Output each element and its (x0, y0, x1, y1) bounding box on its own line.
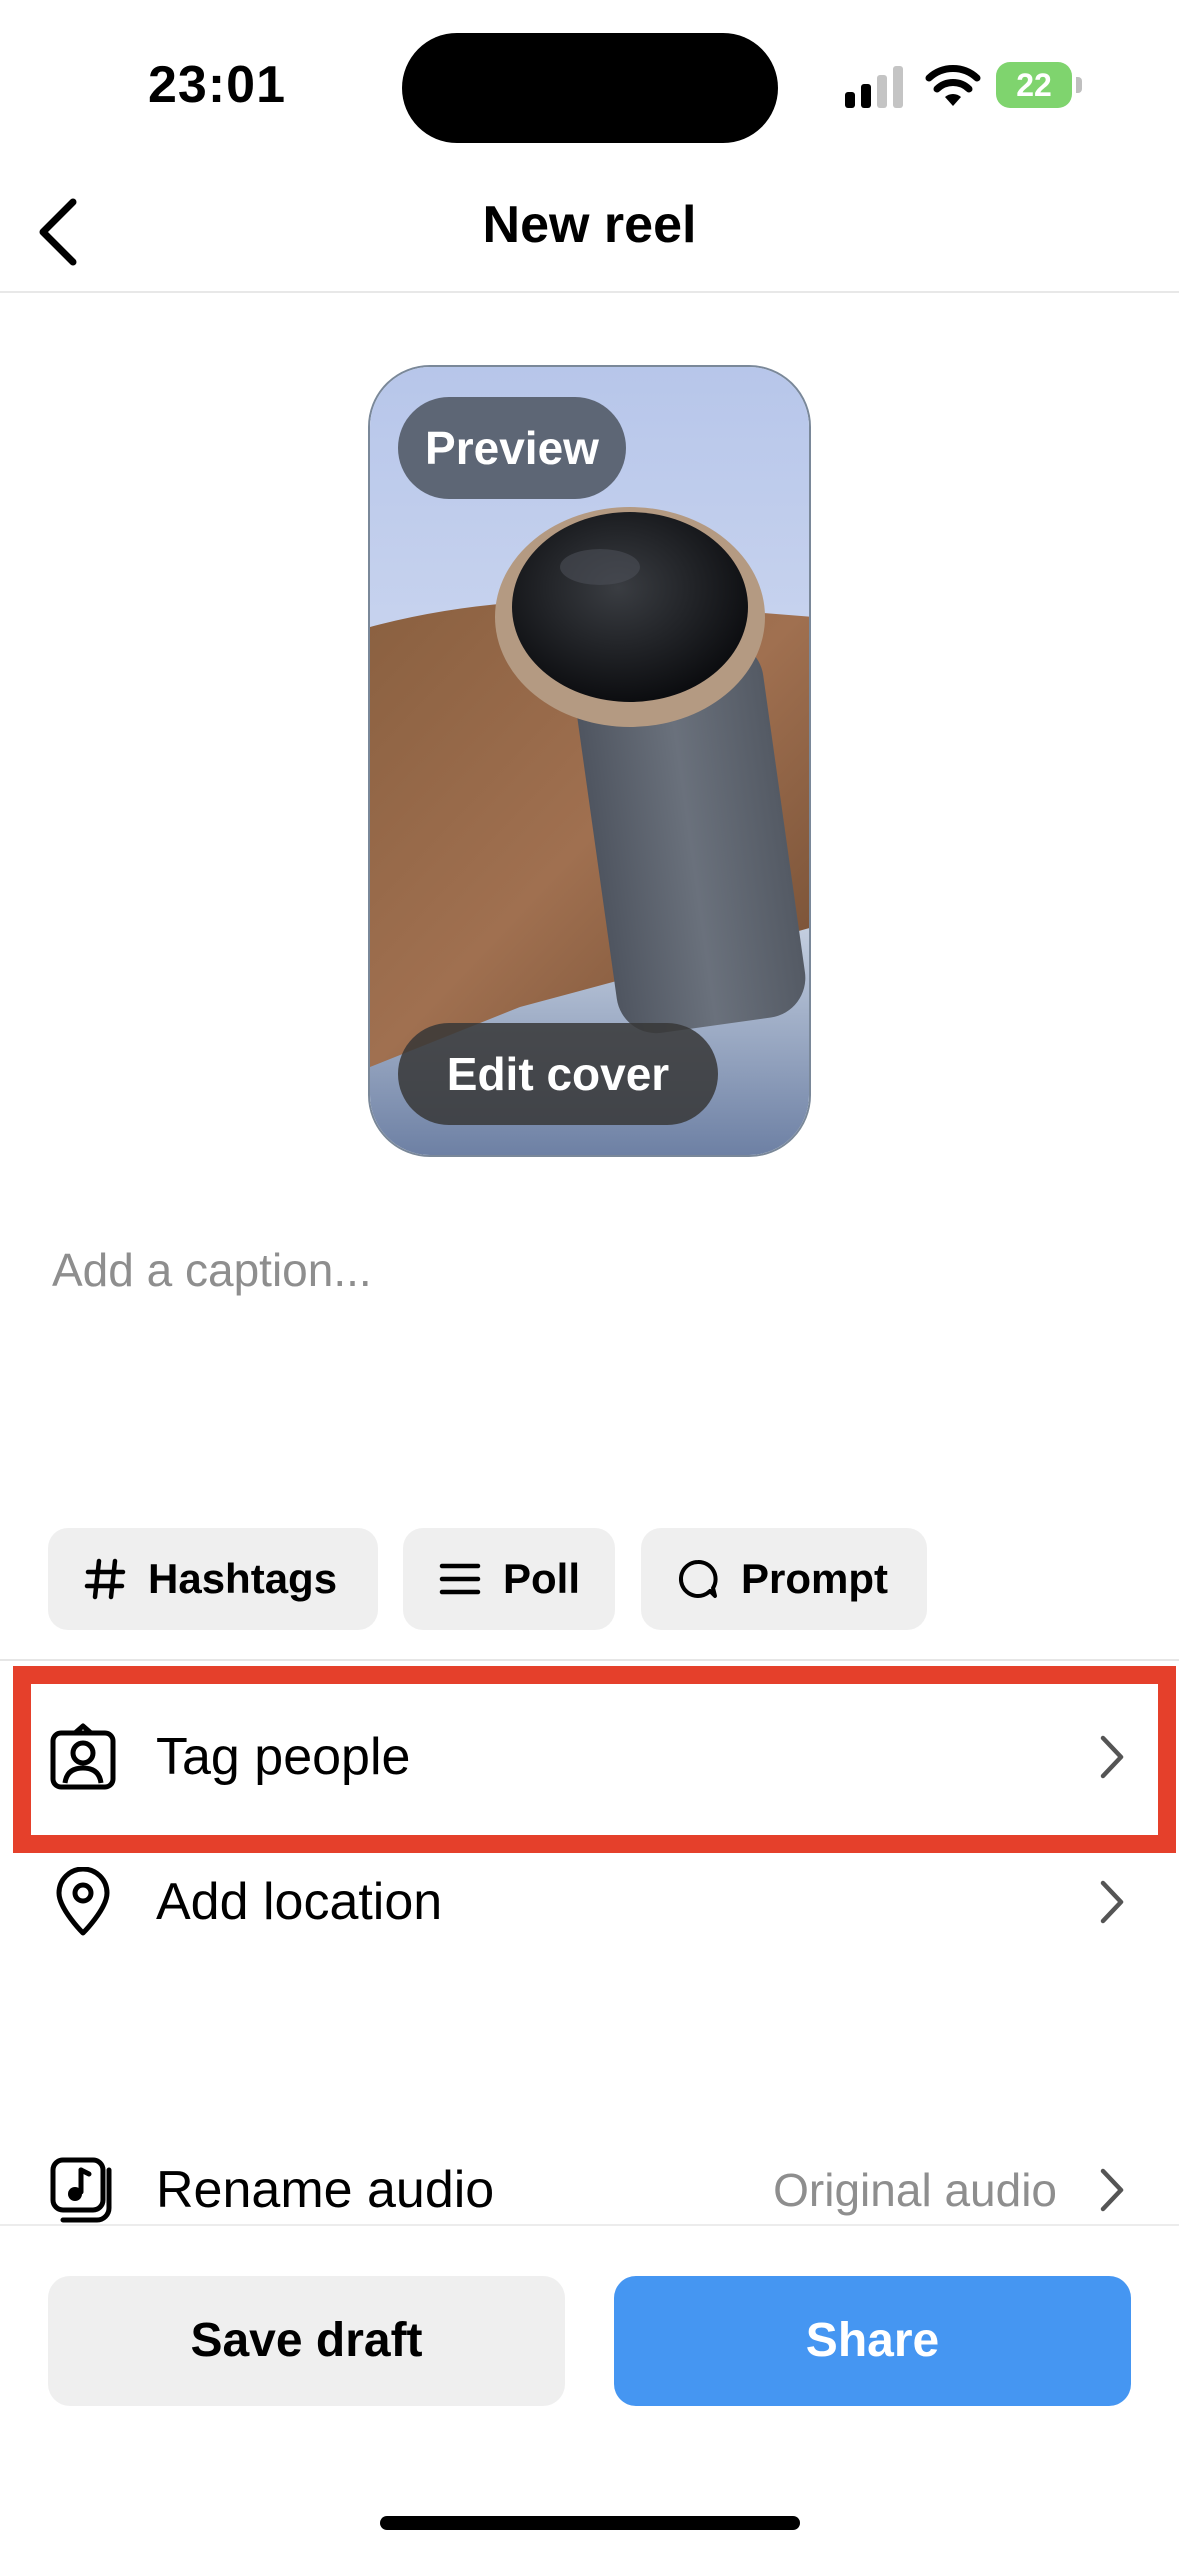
bottom-action-bar: Save draft Share (0, 2224, 1179, 2556)
home-indicator[interactable] (380, 2516, 800, 2530)
chevron-right-icon (1100, 1880, 1124, 1924)
divider (0, 1659, 1179, 1661)
prompt-label: Prompt (741, 1555, 888, 1602)
share-button[interactable]: Share (614, 2276, 1131, 2406)
hashtags-label: Hashtags (148, 1555, 338, 1602)
chevron-right-icon (1100, 2168, 1124, 2212)
list-icon (439, 1558, 481, 1600)
poll-chip[interactable]: Poll (403, 1528, 615, 1630)
reel-preview-thumbnail[interactable]: Preview Edit cover (368, 365, 811, 1157)
hashtag-icon (84, 1558, 126, 1600)
status-time: 23:01 (148, 56, 286, 114)
dynamic-island (402, 33, 778, 143)
edit-cover-button[interactable]: Edit cover (398, 1023, 718, 1125)
signal-icon (845, 66, 903, 108)
wifi-icon (925, 65, 981, 106)
back-button[interactable] (18, 187, 98, 277)
battery-level: 22 (1016, 67, 1052, 103)
save-draft-button[interactable]: Save draft (48, 2276, 565, 2406)
hashtags-chip[interactable]: Hashtags (48, 1528, 378, 1630)
battery-icon: 22 (996, 62, 1082, 112)
prompt-chip[interactable]: Prompt (641, 1528, 927, 1630)
preview-button[interactable]: Preview (398, 397, 626, 499)
music-note-icon (48, 2155, 118, 2225)
page-title: New reel (482, 196, 697, 254)
add-location-label: Add location (156, 1873, 443, 1931)
highlight-box (13, 1666, 1176, 1853)
status-bar: 23:01 22 (0, 0, 1179, 175)
location-pin-icon (48, 1867, 118, 1937)
poll-label: Poll (503, 1555, 581, 1602)
chevron-left-icon (39, 198, 77, 266)
caption-input[interactable] (52, 1230, 1132, 1310)
add-location-row[interactable]: Add location (0, 1832, 1179, 1972)
speech-bubble-icon (677, 1558, 719, 1600)
header: New reel (0, 175, 1179, 293)
